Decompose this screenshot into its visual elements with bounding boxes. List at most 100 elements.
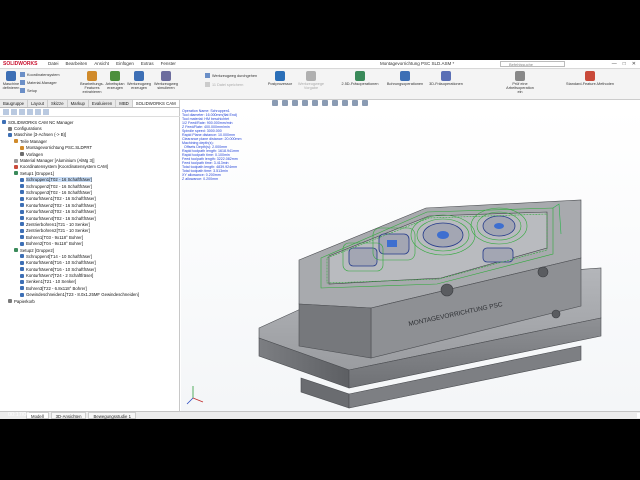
model-3d-view[interactable]: MONTAGEVORRICHTUNG PSC	[181, 108, 640, 411]
tree-item-label: Material Manager [Aluminium (AlMg 3)]	[20, 158, 95, 164]
ribbon-setup[interactable]: Setup	[20, 88, 37, 93]
ribbon-button-icon	[400, 71, 410, 81]
ribbon-button-9[interactable]: 3D-Fräsoperationen	[425, 71, 467, 86]
document-title: Montagevorrichtung PSC SLD.ASM *	[380, 61, 455, 66]
coordinate-system-icon	[20, 72, 25, 77]
graphics-area[interactable]: Operation Name: Schruppen1 Tool diameter:…	[181, 108, 640, 411]
ribbon-button-label: Standard-Feature-Methoden	[566, 82, 614, 86]
tree-item-label: Konturfräsen2[T02 - 16 Schaftfräser]	[26, 202, 96, 208]
tab-3d-ansichten[interactable]: 3D-Ansichten	[50, 412, 87, 419]
feature-manager-panel: SOLIDWORKS CAM NC Manager Configurations M…	[0, 108, 180, 411]
tree-item-label: Setup1 [Gruppe1]	[20, 170, 54, 176]
ribbon-material-manager[interactable]: Material-Manager	[20, 80, 57, 85]
ribbon-button-3[interactable]: Werkzeugweg erzeugen	[126, 71, 152, 90]
menu-window[interactable]: Fenster	[161, 61, 176, 66]
zoom-area-icon[interactable]	[282, 100, 288, 106]
ribbon-button-label: Arbeitsplan erzeugen	[105, 82, 125, 91]
maximize-button[interactable]: □	[623, 61, 626, 67]
tree-node-icon	[20, 286, 24, 291]
cam-operation-tree-icon[interactable]	[35, 109, 41, 115]
tree-item-label: Gewindeschneiden1[T23 - 8.0x1.25MF Gewin…	[26, 292, 139, 298]
appearance-icon[interactable]	[342, 100, 348, 106]
previous-view-icon[interactable]	[292, 100, 298, 106]
hide-show-icon[interactable]	[332, 100, 338, 106]
ribbon-button-icon	[515, 71, 525, 81]
zoom-fit-icon[interactable]	[272, 100, 278, 106]
scene-icon[interactable]	[352, 100, 358, 106]
tree-node-icon	[20, 222, 24, 227]
ribbon-button-label: Werkzeugweg simulieren	[154, 82, 178, 91]
menu-file[interactable]: Datei	[48, 61, 59, 66]
ribbon-button-label: Prüf eine Arbeitsoperation ein	[506, 82, 534, 95]
view-toolbar	[0, 100, 640, 108]
section-view-icon[interactable]	[302, 100, 308, 106]
tree-node-icon	[20, 273, 24, 278]
tree-item-label: Schruppen3[T02 - 16 Schaftfräser]	[26, 189, 92, 195]
tree-item[interactable]: Papierkorb	[2, 298, 178, 304]
ribbon-button-icon	[275, 71, 285, 81]
title-bar: SOLIDWORKS Datei Bearbeiten Ansicht Einf…	[0, 60, 640, 69]
save-icon	[205, 82, 210, 87]
ribbon-button-6[interactable]: Werkzeugwege Vorgabe	[296, 71, 326, 90]
tree-item-label: Konturfräsen1[T02 - 16 Schaftfräser]	[26, 196, 96, 202]
window-controls: — □ ✕	[612, 61, 636, 67]
ribbon-button-2[interactable]: Arbeitsplan erzeugen	[104, 71, 126, 90]
material-icon	[20, 80, 25, 85]
view-orientation-icon[interactable]	[312, 100, 318, 106]
cam-feature-tree-icon[interactable]	[27, 109, 33, 115]
config-icon[interactable]	[19, 109, 25, 115]
view-settings-icon[interactable]	[362, 100, 368, 106]
tree-item-label: Schruppen2[T02 - 16 Schaftfräser]	[26, 183, 92, 189]
ribbon-button-label: Postprozessor	[267, 82, 293, 86]
video-timer: 00:17/00	[8, 412, 30, 418]
close-button[interactable]: ✕	[632, 61, 636, 67]
cam-tool-tree-icon[interactable]	[43, 109, 49, 115]
feature-tree-icon[interactable]	[3, 109, 9, 115]
command-manager-ribbon: Koordinatensystem Material-Manager Setup…	[0, 69, 640, 100]
tree-item-label: Konturfräsen6[T16 - 10 Schaftfräser]	[26, 266, 96, 272]
ribbon-button-7[interactable]: 2.5D-Fräsoperationen	[340, 71, 380, 86]
tree-item-label: Papierkorb	[14, 298, 35, 304]
ribbon-button-4[interactable]: Werkzeugweg simulieren	[153, 71, 179, 90]
ribbon-button-10[interactable]: Prüf eine Arbeitsoperation ein	[505, 71, 535, 95]
tree-item-label: Konturfräsen7[T24 - 2 Schaftfräser]	[26, 273, 94, 279]
ribbon-werkzeugweg-durchgehen[interactable]: Werkzeugweg durchgehen	[205, 73, 257, 78]
ribbon-button-0[interactable]: Maschine definieren	[2, 71, 20, 90]
display-style-icon[interactable]	[322, 100, 328, 106]
tree-item-label: Vorlagen	[26, 151, 43, 157]
ribbon-koordinatensystem[interactable]: Koordinatensystem	[20, 72, 60, 77]
tree-node-icon	[20, 279, 24, 284]
tab-bewegungsstudie[interactable]: Bewegungsstudie 1	[88, 412, 136, 419]
tree-item-label: Senken1[T21 - 10 Senker]	[26, 279, 77, 285]
menu-edit[interactable]: Bearbeiten	[66, 61, 88, 66]
tree-node-icon	[20, 267, 24, 272]
ribbon-button-label: Bearbeitungs-Features extrahieren	[80, 82, 104, 95]
ribbon-button-label: Werkzeugwege Vorgabe	[297, 82, 325, 91]
tree-item-label: Konturfräsen4[T02 - 16 Schaftfräser]	[26, 215, 96, 221]
tree-item-label: Teile Manager	[20, 138, 47, 144]
tree-node-icon	[20, 228, 24, 233]
menu-view[interactable]: Ansicht	[94, 61, 109, 66]
ribbon-button-5[interactable]: Postprozessor	[264, 71, 296, 86]
setup-icon	[20, 88, 25, 93]
menu-tools[interactable]: Extras	[141, 61, 154, 66]
tree-node-icon	[8, 299, 12, 304]
ribbon-button-1[interactable]: Bearbeitungs-Features extrahieren	[80, 71, 104, 95]
ribbon-button-label: 2.5D-Fräsoperationen	[341, 82, 379, 86]
tree-node-icon	[8, 126, 12, 131]
ribbon-save-file[interactable]: 11 Datei speichern	[205, 82, 243, 87]
menu-insert[interactable]: Einfügen	[116, 61, 134, 66]
ribbon-button-11[interactable]: Standard-Feature-Methoden	[560, 71, 620, 86]
tree-item-label: Konturfräsen5[T16 - 10 Schaftfräser]	[26, 260, 96, 266]
tree-node-icon	[20, 190, 24, 195]
tree-node-icon	[20, 216, 24, 221]
tree-node-icon	[20, 196, 24, 201]
ribbon-button-icon	[161, 71, 171, 81]
property-icon[interactable]	[11, 109, 17, 115]
command-search-input[interactable]: Befehlssuche	[500, 61, 565, 67]
ribbon-button-8[interactable]: Bohrungsoperationen	[385, 71, 425, 86]
minimize-button[interactable]: —	[612, 61, 617, 67]
tree-node-icon	[20, 235, 24, 240]
tree-item-label: Bohren2[T04 - 9x118° Bohrer]	[26, 241, 84, 247]
ribbon-button-icon	[6, 71, 16, 81]
